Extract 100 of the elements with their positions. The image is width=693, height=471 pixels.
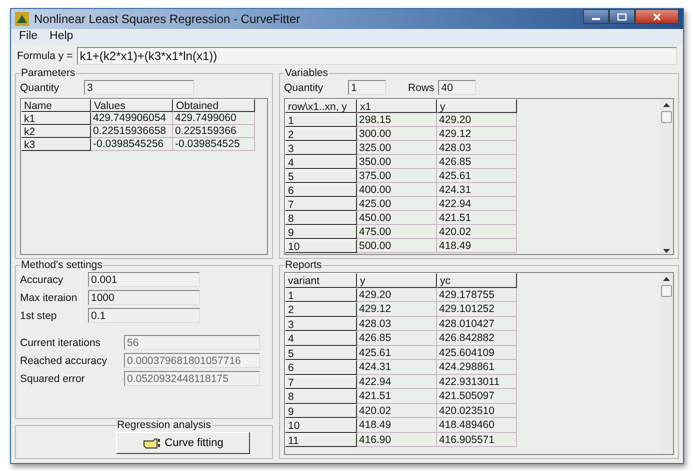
scroll-down-icon[interactable] bbox=[662, 248, 671, 254]
formula-label: Formula y = bbox=[17, 50, 73, 62]
scroll-thumb[interactable] bbox=[661, 111, 672, 123]
formula-field[interactable]: k1+(k2*x1)+(k3*x1*ln(x1)) bbox=[76, 47, 677, 65]
table-cell: 428.03 bbox=[437, 141, 517, 155]
table-cell: 475.00 bbox=[357, 225, 437, 239]
menu-item[interactable]: Help bbox=[50, 30, 74, 44]
panel-title: Parameters bbox=[20, 67, 76, 79]
table-cell: 424.31 bbox=[437, 183, 517, 197]
quantity-field[interactable]: 3 bbox=[84, 80, 194, 95]
table-cell: 426.842882 bbox=[437, 331, 517, 346]
column-header[interactable]: Obtained bbox=[173, 99, 255, 112]
result-label: Current iterations bbox=[20, 336, 102, 348]
table-cell: 426.85 bbox=[357, 331, 437, 346]
table-cell: 420.02 bbox=[437, 225, 517, 239]
menu-item[interactable]: File bbox=[19, 30, 38, 44]
table-cell: 429.12 bbox=[437, 127, 517, 141]
curve-fitting-button[interactable]: Curve fitting bbox=[116, 432, 250, 454]
row-header: 6 bbox=[285, 183, 357, 197]
panel-title: Method's settings bbox=[20, 259, 104, 271]
row-header: 10 bbox=[285, 239, 357, 253]
row-header: 2 bbox=[285, 302, 357, 316]
setting-label: Max iteraion bbox=[20, 292, 78, 304]
table-cell: 422.94 bbox=[357, 374, 437, 389]
table-cell: 421.505097 bbox=[437, 389, 517, 404]
setting-field[interactable]: 1000 bbox=[88, 290, 200, 305]
setting-label: Accuracy bbox=[20, 274, 64, 286]
row-header: 4 bbox=[285, 331, 357, 346]
table-cell: 429.101252 bbox=[437, 302, 517, 316]
table-cell: -0.039854525 bbox=[173, 138, 255, 151]
panel-title: Regression analysis bbox=[116, 419, 212, 431]
table-cell: 418.49 bbox=[357, 418, 437, 432]
row-header: 7 bbox=[285, 374, 357, 389]
column-header[interactable]: y bbox=[357, 273, 437, 288]
result-field[interactable]: 56 bbox=[124, 335, 260, 350]
table-cell: 429.20 bbox=[357, 288, 437, 302]
maximize-button[interactable] bbox=[609, 9, 635, 24]
scroll-thumb[interactable] bbox=[661, 285, 672, 297]
app-icon bbox=[15, 12, 29, 26]
row-header: 7 bbox=[285, 197, 357, 211]
column-header[interactable]: x1 bbox=[357, 99, 437, 113]
table-cell: 500.00 bbox=[357, 239, 437, 253]
rows-label: Rows bbox=[408, 82, 434, 94]
column-header[interactable]: y bbox=[437, 99, 517, 113]
column-header[interactable]: row\x1..xn, y bbox=[285, 99, 357, 113]
table-cell: 416.90 bbox=[357, 432, 437, 447]
row-header: 9 bbox=[285, 225, 357, 239]
table-cell: 424.31 bbox=[357, 360, 437, 374]
row-header: 5 bbox=[285, 169, 357, 183]
panel-title: Variables bbox=[284, 67, 329, 79]
table-cell: 425.00 bbox=[357, 197, 437, 211]
rows-field[interactable]: 40 bbox=[438, 80, 476, 95]
minimize-button[interactable] bbox=[583, 9, 609, 24]
table-cell: 420.02 bbox=[357, 404, 437, 418]
row-header: 6 bbox=[285, 360, 357, 374]
result-field[interactable]: 0.000379681801057716 bbox=[124, 353, 260, 368]
row-header: 8 bbox=[285, 211, 357, 225]
table-cell: 425.61 bbox=[437, 169, 517, 183]
scroll-up-icon[interactable] bbox=[662, 102, 671, 108]
table-cell: 375.00 bbox=[357, 169, 437, 183]
table-cell: 325.00 bbox=[357, 141, 437, 155]
row-header: 1 bbox=[285, 288, 357, 302]
table-cell: 300.00 bbox=[357, 127, 437, 141]
table-cell: 400.00 bbox=[357, 183, 437, 197]
table-cell: 418.49 bbox=[437, 239, 517, 253]
maximize-icon bbox=[617, 12, 627, 20]
setting-field[interactable]: 0.1 bbox=[88, 308, 200, 323]
row-header: k1 bbox=[21, 112, 91, 125]
setting-field[interactable]: 0.001 bbox=[88, 272, 200, 287]
row-header: 3 bbox=[285, 141, 357, 155]
column-header[interactable]: Values bbox=[91, 99, 173, 112]
setting-label: 1st step bbox=[20, 310, 58, 322]
row-header: k3 bbox=[21, 138, 91, 151]
table-cell: 422.94 bbox=[437, 197, 517, 211]
row-header: 2 bbox=[285, 127, 357, 141]
table-cell: 298.15 bbox=[357, 113, 437, 127]
table-cell: 429.749906054 bbox=[91, 112, 173, 125]
quantity-label: Quantity bbox=[20, 82, 60, 94]
row-header: 10 bbox=[285, 418, 357, 432]
table-cell: 424.298861 bbox=[437, 360, 517, 374]
table-cell: -0.0398545256 bbox=[91, 138, 173, 151]
table-cell: 416.905571 bbox=[437, 432, 517, 447]
table-cell: 422.9313011 bbox=[437, 374, 517, 389]
table-cell: 429.20 bbox=[437, 113, 517, 127]
table-cell: 428.010427 bbox=[437, 316, 517, 331]
close-button[interactable] bbox=[635, 9, 679, 24]
row-header: 3 bbox=[285, 316, 357, 331]
table-cell: 0.225159366 bbox=[173, 125, 255, 138]
row-header: k2 bbox=[21, 125, 91, 138]
column-header[interactable]: yc bbox=[437, 273, 517, 288]
row-header: 11 bbox=[285, 432, 357, 447]
table-cell: 428.03 bbox=[357, 316, 437, 331]
panel-title: Reports bbox=[284, 259, 323, 271]
row-header: 5 bbox=[285, 346, 357, 360]
row-header: 8 bbox=[285, 389, 357, 404]
column-header[interactable]: Name bbox=[21, 99, 91, 112]
quantity-field[interactable]: 1 bbox=[348, 80, 386, 95]
result-field[interactable]: 0.0520932448118175 bbox=[124, 371, 260, 386]
scroll-up-icon[interactable] bbox=[662, 276, 671, 282]
column-header[interactable]: variant bbox=[285, 273, 357, 288]
